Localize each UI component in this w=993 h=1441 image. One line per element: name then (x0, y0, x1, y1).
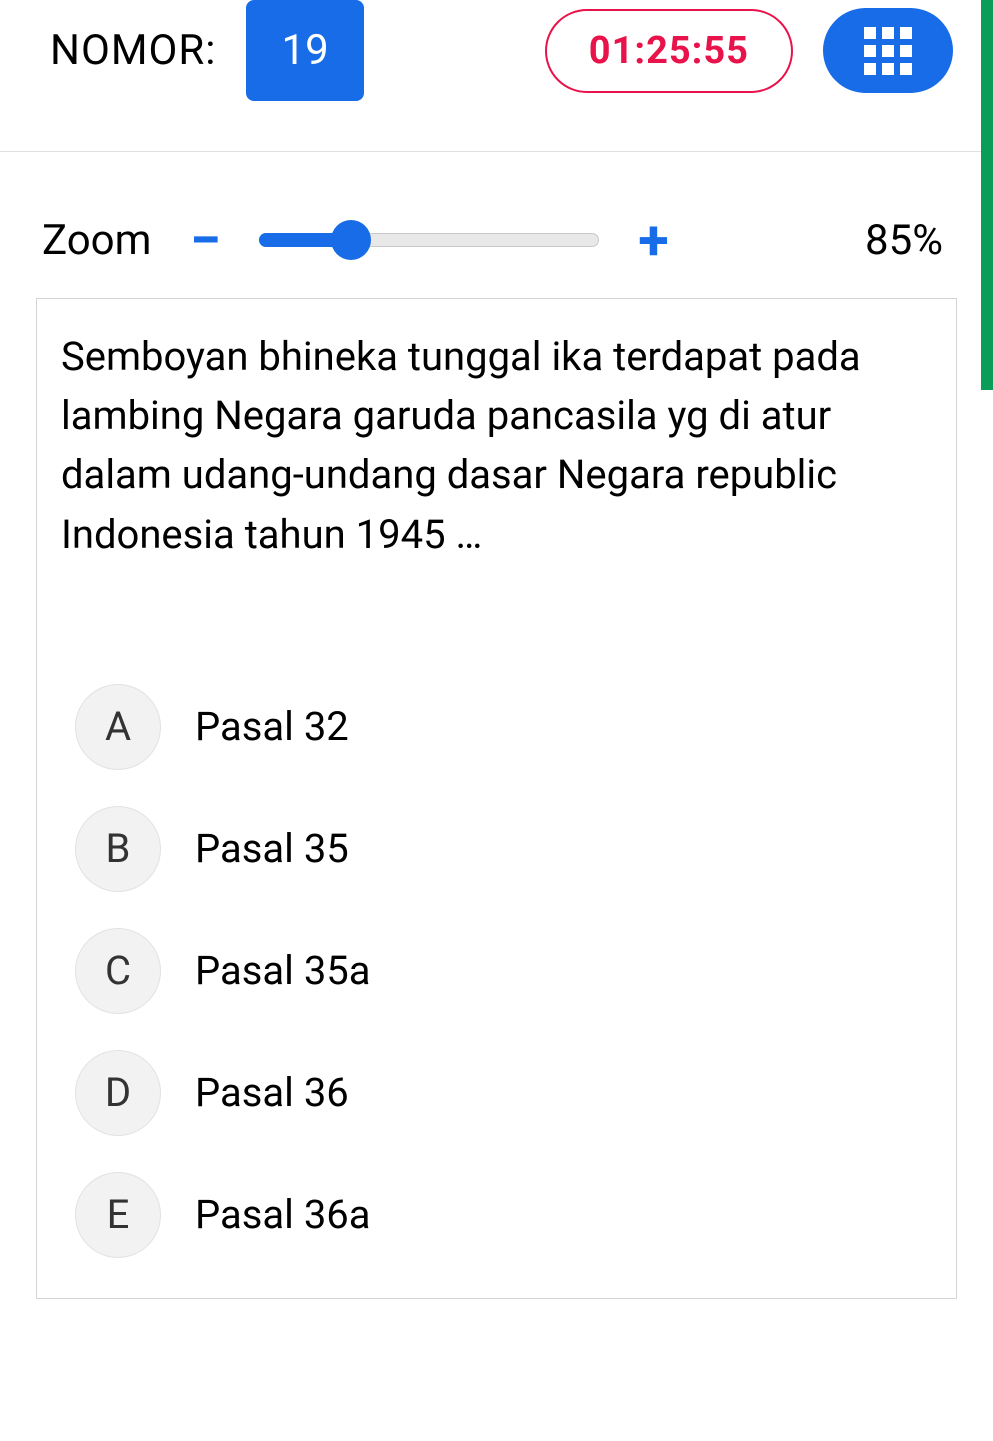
zoom-out-button[interactable]: − (185, 212, 225, 268)
timer-pill: 01:25:55 (545, 9, 793, 93)
question-grid-button[interactable] (823, 8, 953, 93)
question-card: Semboyan bhineka tunggal ika terdapat pa… (36, 298, 957, 1299)
option-text: Pasal 35 (195, 825, 349, 872)
question-number-label: NOMOR: (50, 26, 216, 75)
option-letter: D (75, 1050, 161, 1136)
option-letter: C (75, 928, 161, 1014)
grid-icon (864, 27, 912, 75)
option-text: Pasal 35a (195, 947, 371, 994)
option-text: Pasal 36a (195, 1191, 371, 1238)
slider-thumb[interactable] (331, 220, 371, 260)
header-bar: NOMOR: 19 01:25:55 (0, 0, 993, 152)
question-number-value: 19 (281, 26, 328, 75)
option-text: Pasal 36 (195, 1069, 349, 1116)
option-e[interactable]: E Pasal 36a (75, 1172, 932, 1258)
option-letter: E (75, 1172, 161, 1258)
zoom-value: 85% (865, 216, 943, 265)
zoom-in-button[interactable]: + (633, 212, 673, 268)
scroll-indicator (981, 0, 993, 390)
zoom-slider[interactable] (259, 228, 599, 252)
option-a[interactable]: A Pasal 32 (75, 684, 932, 770)
option-c[interactable]: C Pasal 35a (75, 928, 932, 1014)
option-text: Pasal 32 (195, 703, 349, 750)
options-list: A Pasal 32 B Pasal 35 C Pasal 35a D Pasa… (61, 684, 932, 1258)
option-letter: B (75, 806, 161, 892)
question-number-badge: 19 (246, 0, 363, 101)
zoom-controls: Zoom − + 85% (0, 152, 993, 298)
option-b[interactable]: B Pasal 35 (75, 806, 932, 892)
timer-value: 01:25:55 (589, 29, 749, 73)
zoom-label: Zoom (42, 216, 151, 265)
option-letter: A (75, 684, 161, 770)
question-text: Semboyan bhineka tunggal ika terdapat pa… (61, 327, 932, 564)
option-d[interactable]: D Pasal 36 (75, 1050, 932, 1136)
